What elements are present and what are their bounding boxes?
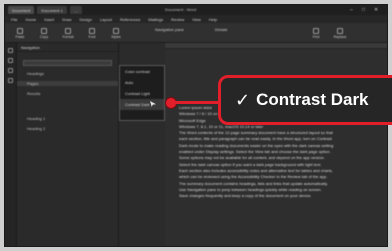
title-bar: Document Document 1 … Document - Word – … <box>5 5 387 15</box>
callout-connector <box>175 101 221 104</box>
left-rail <box>5 43 17 246</box>
ruler <box>165 43 387 49</box>
close-button[interactable]: ✕ <box>374 7 378 13</box>
callout-label: ✓ Contrast Dark <box>218 75 392 125</box>
home-icon[interactable] <box>8 48 13 53</box>
menu-layout[interactable]: Layout <box>100 17 112 22</box>
menu-draw[interactable]: Draw <box>62 17 71 22</box>
panel-item-heading-2[interactable]: Heading 2 <box>17 126 118 131</box>
menu-mailings[interactable]: Mailings <box>148 17 163 22</box>
panel-item-headings[interactable]: Headings <box>17 71 118 76</box>
font-button[interactable]: Font <box>81 25 103 41</box>
tab-document[interactable]: Document <box>8 6 35 14</box>
maximize-button[interactable]: □ <box>362 7 365 13</box>
menu-file[interactable]: File <box>11 17 17 22</box>
menu-view[interactable]: View <box>192 17 201 22</box>
menu-design[interactable]: Design <box>79 17 91 22</box>
option-contrast-light[interactable]: Contrast Light <box>120 88 164 99</box>
menu-references[interactable]: References <box>120 17 140 22</box>
dropdown-header: Color contrast <box>125 69 150 74</box>
doc-line: Save changes frequently and keep a copy … <box>179 193 312 199</box>
replace-button[interactable]: Replace <box>329 25 351 41</box>
replace-icon <box>337 27 343 34</box>
window-title: Document - Word <box>165 7 197 12</box>
settings-icon[interactable] <box>8 78 13 83</box>
status-bar <box>5 4 387 5</box>
panel-item-pages[interactable]: Pages <box>17 81 118 86</box>
copy-button[interactable]: Copy <box>33 25 55 41</box>
menu-insert[interactable]: Insert <box>44 17 54 22</box>
checkmark-icon: ✓ <box>235 89 251 111</box>
clipboard-icon <box>17 27 23 34</box>
font-icon <box>89 27 95 34</box>
menu-help[interactable]: Help <box>209 17 217 22</box>
tab-more[interactable]: … <box>69 6 82 14</box>
menu-review[interactable]: Review <box>171 17 184 22</box>
paste-button[interactable]: Paste <box>9 25 31 41</box>
tab-document-1[interactable]: Document 1 <box>37 6 67 14</box>
document-editor[interactable]: Lorem ipsum dolor Windows 7 / 8 / 10 on … <box>165 43 387 246</box>
menu-home[interactable]: Home <box>25 17 36 22</box>
panel-item-results[interactable]: Results <box>17 91 118 96</box>
file-icon[interactable] <box>8 58 13 63</box>
search-icon <box>313 27 319 34</box>
navigation-pane-header: Navigation <box>17 43 118 52</box>
navigation-pane: Navigation Headings Pages Results Headin… <box>17 43 119 246</box>
styles-button[interactable]: Styles <box>105 25 127 41</box>
brush-icon <box>65 27 71 34</box>
navigation-pane-toggle[interactable]: Navigation pane <box>155 27 184 32</box>
folder-icon[interactable] <box>8 68 13 73</box>
minimize-button[interactable]: – <box>350 7 353 13</box>
styles-icon <box>113 27 119 34</box>
option-auto[interactable]: Auto <box>120 77 164 88</box>
option-contrast-dark[interactable]: Contrast Dark <box>120 99 164 110</box>
callout-text: Contrast Dark <box>256 90 369 109</box>
menu-bar: File Home Insert Draw Design Layout Refe… <box>5 15 387 23</box>
format-button[interactable]: Format <box>57 25 79 41</box>
search-input[interactable] <box>23 60 112 66</box>
color-contrast-dropdown: Color contrast Auto Contrast Light Contr… <box>119 65 165 121</box>
ribbon-toolbar: Paste Copy Format Font Styles Navigation… <box>5 23 387 43</box>
dictate-button[interactable]: Dictate <box>215 27 227 32</box>
copy-icon <box>41 27 47 34</box>
app-window: Document Document 1 … Document - Word – … <box>4 4 388 247</box>
find-button[interactable]: Find <box>305 25 327 41</box>
panel-item-heading-1[interactable]: Heading 1 <box>17 116 118 121</box>
